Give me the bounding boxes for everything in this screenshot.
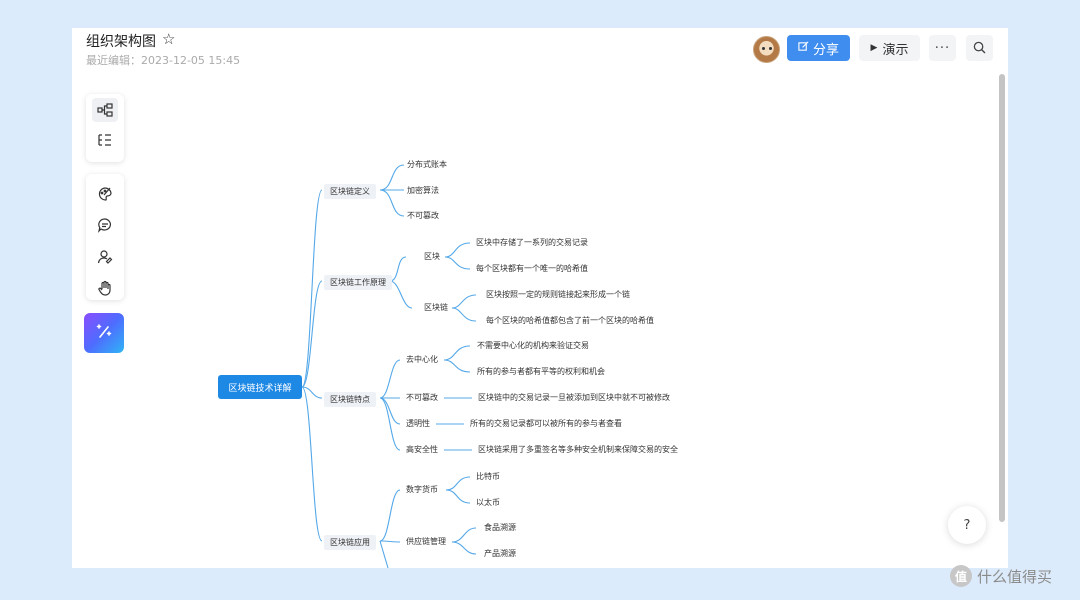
vertical-scrollbar[interactable] <box>999 74 1005 522</box>
sub-node[interactable]: 不可篡改 <box>406 392 438 404</box>
sub-node[interactable]: 区块 <box>424 251 440 263</box>
leaf-node[interactable]: 产品溯源 <box>484 548 516 560</box>
leaf-node[interactable]: 区块链中的交易记录一旦被添加到区块中就不可被修改 <box>478 392 670 404</box>
leaf-node[interactable]: 不可篡改 <box>407 210 439 222</box>
sub-node[interactable]: 透明性 <box>406 418 430 430</box>
leaf-node[interactable]: 每个区块都有一个唯一的哈希值 <box>476 263 588 275</box>
leaf-node[interactable]: 以太币 <box>476 497 500 509</box>
leaf-node[interactable]: 比特币 <box>476 471 500 483</box>
leaf-node[interactable]: 区块链采用了多重签名等多种安全机制来保障交易的安全 <box>478 444 678 456</box>
sub-node[interactable]: 供应链管理 <box>406 536 446 548</box>
user-edit-icon[interactable] <box>92 245 118 269</box>
branch-principle[interactable]: 区块链工作原理 <box>324 275 392 290</box>
branch-features[interactable]: 区块链特点 <box>324 392 376 407</box>
edit-toolbar <box>86 174 124 300</box>
palette-icon[interactable] <box>92 182 118 206</box>
branch-applications[interactable]: 区块链应用 <box>324 535 376 550</box>
outline-icon[interactable] <box>92 128 118 152</box>
leaf-node[interactable]: 加密算法 <box>407 185 439 197</box>
watermark-logo: 值 <box>950 565 972 587</box>
comment-icon[interactable] <box>92 214 118 238</box>
sub-node[interactable]: 数字货币 <box>406 484 438 496</box>
watermark: 值 什么值得买 <box>950 565 1052 587</box>
leaf-node[interactable]: 每个区块的哈希值都包含了前一个区块的哈希值 <box>486 315 654 327</box>
branch-definition[interactable]: 区块链定义 <box>324 184 376 199</box>
mindmap-canvas[interactable]: 区块链技术详解 区块链定义 分布式账本 加密算法 不可篡改 区块链工作原理 区块… <box>72 28 1008 568</box>
leaf-node[interactable]: 区块中存储了一系列的交易记录 <box>476 237 588 249</box>
watermark-text: 什么值得买 <box>977 567 1053 586</box>
sub-node[interactable]: 区块链 <box>424 302 448 314</box>
sub-node[interactable]: 高安全性 <box>406 444 438 456</box>
sub-node[interactable]: 去中心化 <box>406 354 438 366</box>
leaf-node[interactable]: 所有的参与者都有平等的权利和机会 <box>477 366 605 378</box>
mindmap-icon[interactable] <box>92 98 118 122</box>
leaf-node[interactable]: 不需要中心化的机构来验证交易 <box>477 340 589 352</box>
leaf-node[interactable]: 区块按照一定的规则链接起来形成一个链 <box>486 289 630 301</box>
help-button[interactable]: ? <box>948 506 986 544</box>
mindmap-window: 组织架构图 ☆ 最近编辑：2023-12-05 15:45 分享 ▶ 演示 ··… <box>72 28 1008 568</box>
leaf-node[interactable]: 所有的交易记录都可以被所有的参与者查看 <box>470 418 622 430</box>
mindmap-root[interactable]: 区块链技术详解 <box>218 375 302 399</box>
leaf-node[interactable]: 分布式账本 <box>407 159 447 171</box>
ai-assistant-button[interactable] <box>84 313 124 353</box>
view-toolbar <box>86 94 124 162</box>
hand-icon[interactable] <box>92 277 118 301</box>
magic-wand-icon <box>95 322 113 344</box>
leaf-node[interactable]: 食品溯源 <box>484 522 516 534</box>
